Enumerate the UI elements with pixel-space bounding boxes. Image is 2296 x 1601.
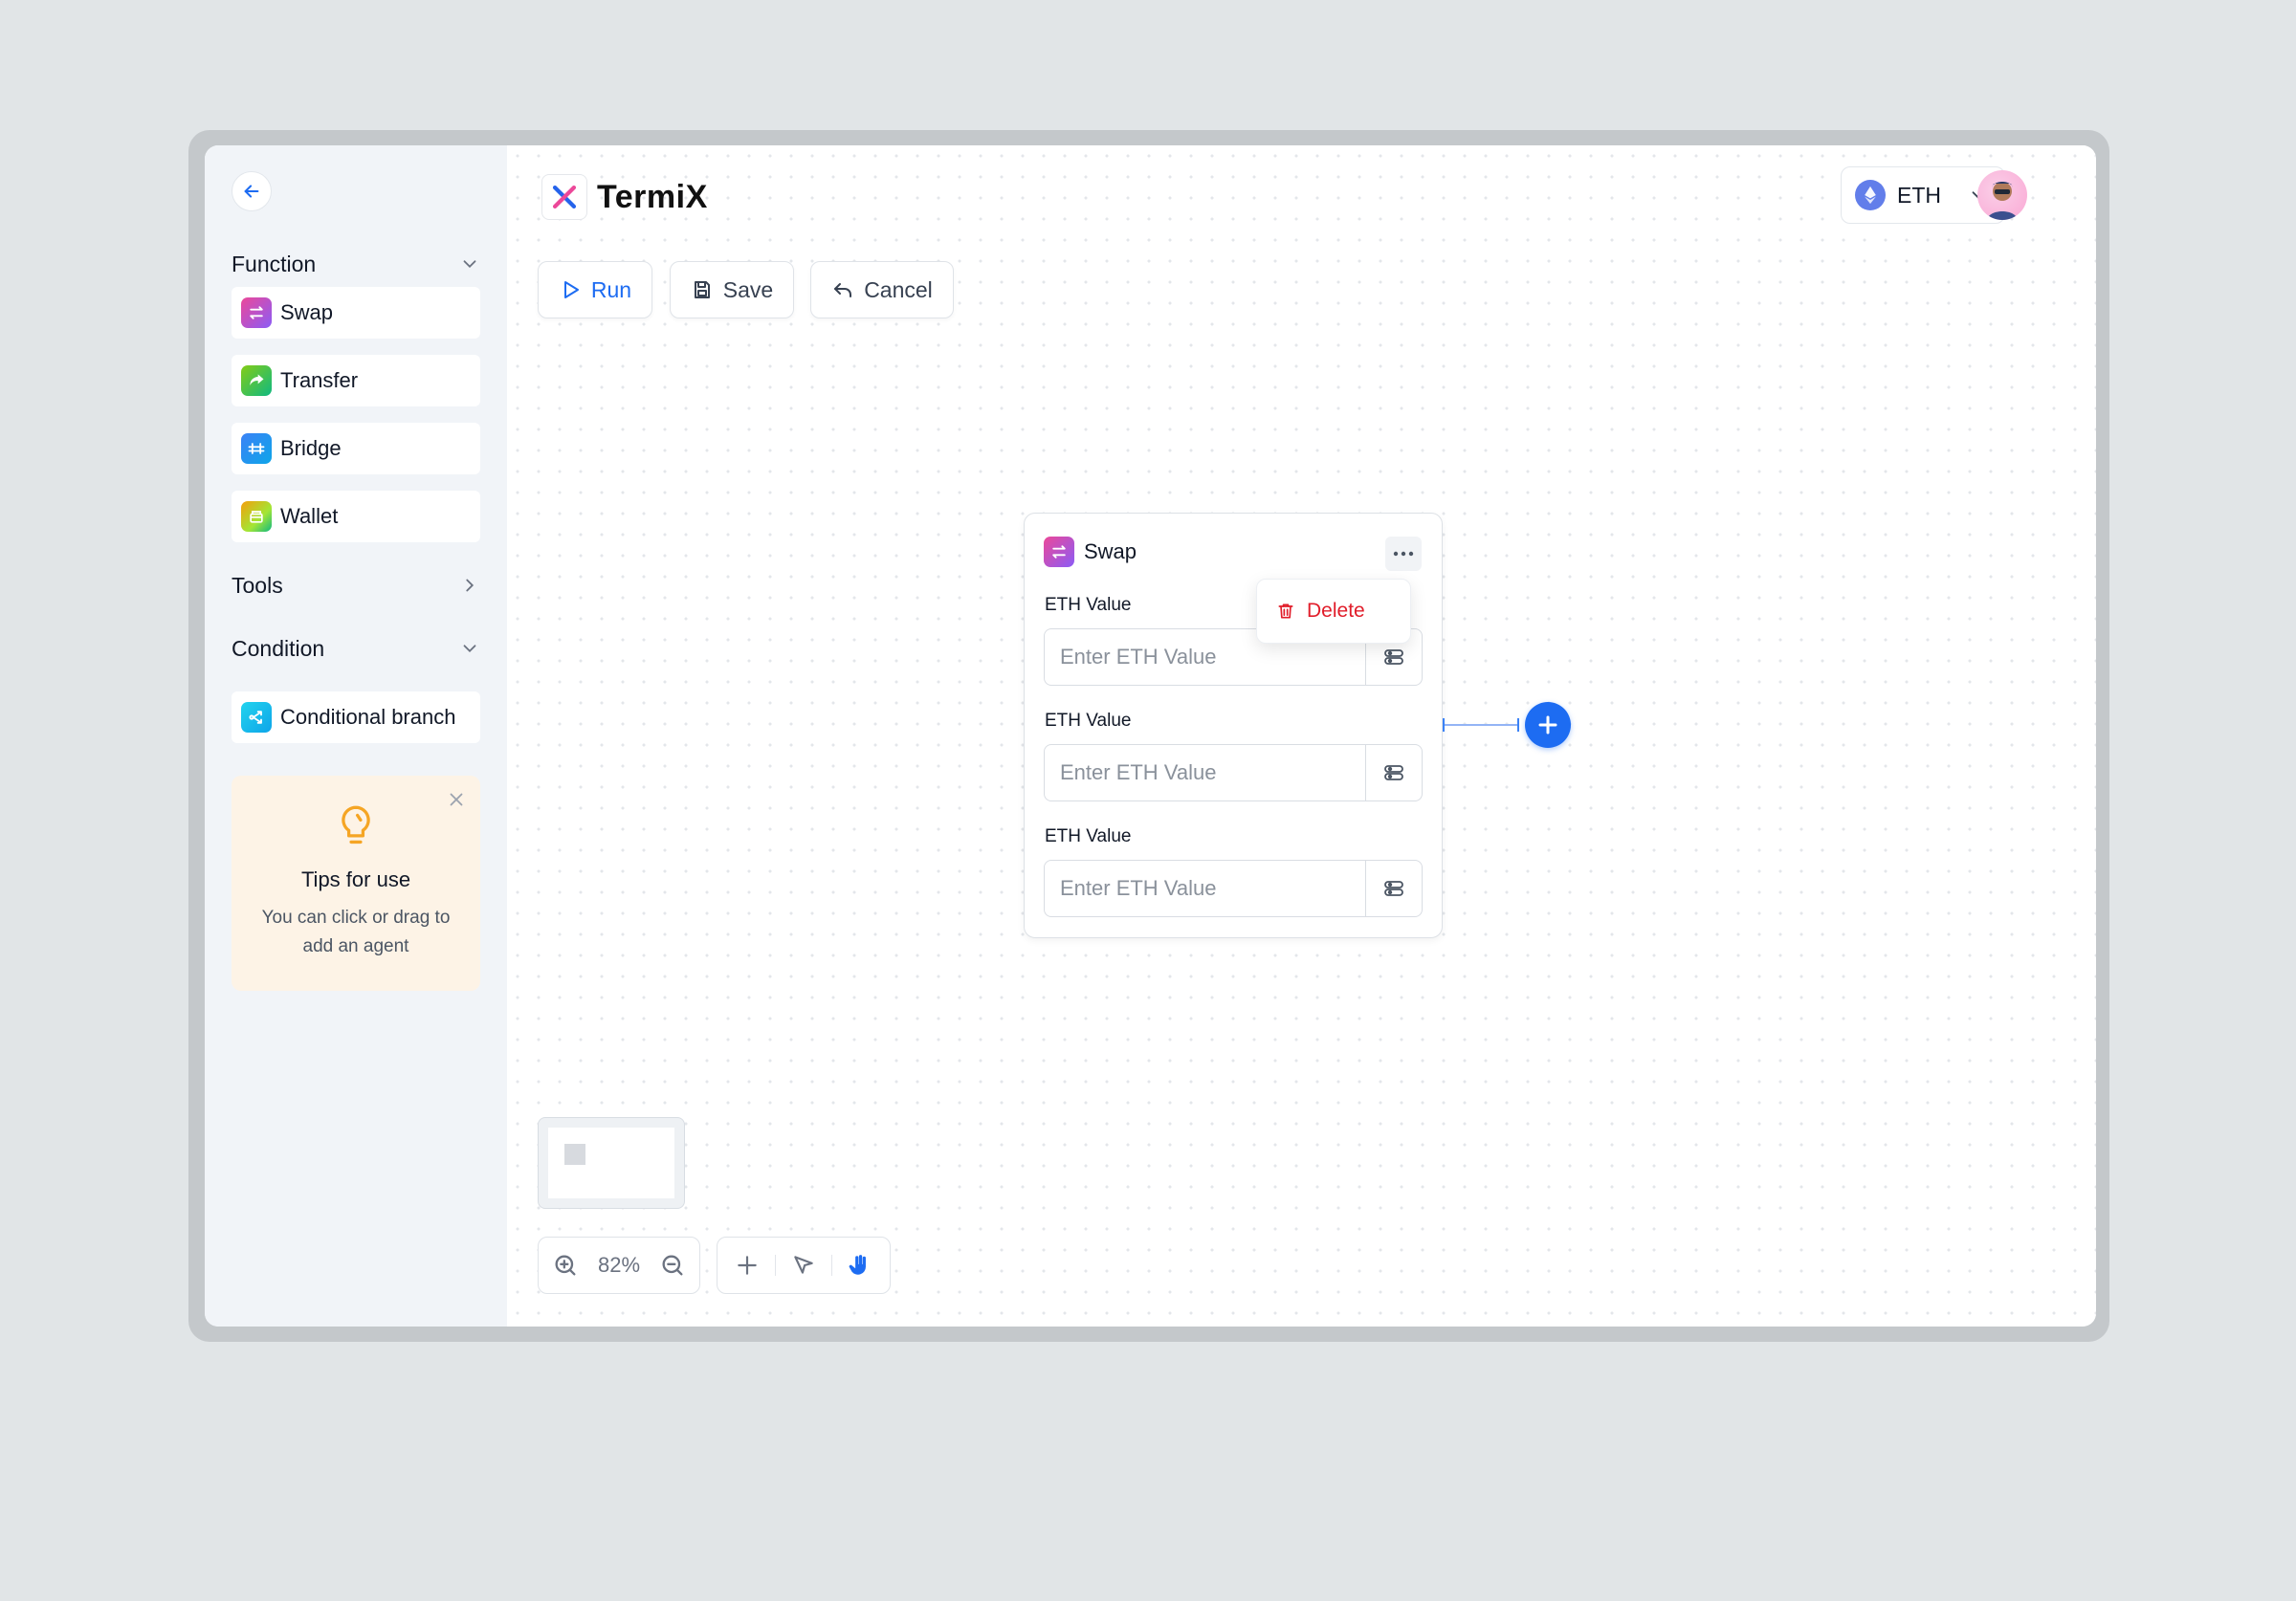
- section-title: Condition: [232, 635, 325, 661]
- section-tools[interactable]: Tools: [232, 568, 480, 603]
- network-label: ETH: [1897, 182, 1941, 208]
- zoom-out-icon[interactable]: [659, 1252, 686, 1279]
- plus-icon: [1538, 715, 1557, 735]
- delete-menu-item[interactable]: Delete: [1256, 579, 1411, 644]
- chevron-down-icon: [463, 260, 476, 269]
- swap-icon: [1044, 537, 1074, 567]
- bridge-icon: [241, 433, 272, 464]
- connector-port[interactable]: [1517, 718, 1519, 732]
- branch-icon: [241, 702, 272, 733]
- add-icon[interactable]: [735, 1253, 760, 1278]
- more-horizontal-icon: [1393, 551, 1414, 557]
- canvas-mode-controls: [717, 1237, 891, 1294]
- save-icon: [694, 281, 710, 298]
- add-node-button[interactable]: [1525, 702, 1571, 748]
- tips-title: Tips for use: [300, 867, 411, 891]
- app-name: TermiX: [597, 178, 708, 215]
- connector-port[interactable]: [1443, 718, 1445, 732]
- field-placeholder: Enter ETH Value: [1060, 876, 1217, 900]
- transfer-icon: [241, 365, 272, 396]
- arrow-left-icon: [244, 185, 259, 198]
- sidebar-item-conditional-branch[interactable]: Conditional branch: [232, 691, 480, 743]
- trash-icon: [1278, 603, 1293, 619]
- app-window: Function Swap Transfer Bridge Wallet Too…: [205, 145, 2096, 1327]
- node-connector: [1443, 724, 1519, 726]
- hand-icon[interactable]: [848, 1253, 872, 1278]
- variable-icon: [1384, 765, 1403, 780]
- save-label: Save: [722, 276, 774, 302]
- section-title: Function: [232, 251, 317, 276]
- run-button[interactable]: Run: [538, 261, 652, 318]
- minimap-node: [564, 1144, 585, 1165]
- more-options-button[interactable]: [1385, 537, 1422, 571]
- play-icon: [563, 281, 579, 298]
- field-label: ETH Value: [1045, 595, 1132, 615]
- sidebar-item-bridge[interactable]: Bridge: [232, 423, 480, 474]
- workflow-canvas[interactable]: TermiX ETH Run Save Cancel Swap ETH Valu…: [507, 145, 2096, 1327]
- field-label: ETH Value: [1045, 826, 1132, 846]
- divider: [831, 1255, 832, 1276]
- close-icon[interactable]: [446, 789, 467, 810]
- field-placeholder: Enter ETH Value: [1060, 760, 1217, 784]
- cancel-label: Cancel: [864, 276, 933, 302]
- variable-icon: [1384, 881, 1403, 896]
- variable-icon: [1384, 649, 1403, 665]
- section-condition[interactable]: Condition: [232, 631, 480, 666]
- zoom-level: 82%: [597, 1253, 641, 1277]
- section-function[interactable]: Function: [232, 247, 480, 281]
- minimap-viewport: [548, 1128, 674, 1198]
- sidebar-item-label: Wallet: [280, 504, 339, 528]
- tips-text: You can click or drag to add an agent: [261, 908, 451, 956]
- wallet-icon: [241, 501, 272, 532]
- app-logo: TermiX: [541, 174, 708, 220]
- swap-node[interactable]: Swap ETH Value Enter ETH Value ETH Value…: [1024, 513, 1443, 938]
- variable-picker-button[interactable]: [1365, 861, 1422, 916]
- termix-logo-icon: [541, 174, 587, 220]
- variable-picker-button[interactable]: [1365, 745, 1422, 800]
- eth-value-input[interactable]: Enter ETH Value: [1044, 860, 1423, 917]
- tips-card: Tips for use You can click or drag to ad…: [232, 776, 480, 991]
- sidebar-item-wallet[interactable]: Wallet: [232, 491, 480, 542]
- zoom-controls: 82%: [538, 1237, 700, 1294]
- sidebar-item-transfer[interactable]: Transfer: [232, 355, 480, 406]
- save-button[interactable]: Save: [670, 261, 794, 318]
- run-label: Run: [590, 276, 632, 302]
- eth-value-input[interactable]: Enter ETH Value: [1044, 744, 1423, 801]
- node-title: Swap: [1084, 539, 1137, 563]
- sidebar-item-label: Transfer: [280, 368, 359, 392]
- back-button[interactable]: [232, 171, 272, 211]
- cancel-button[interactable]: Cancel: [810, 261, 954, 318]
- sidebar-item-label: Bridge: [280, 436, 342, 460]
- undo-icon: [834, 283, 852, 297]
- field-placeholder: Enter ETH Value: [1060, 645, 1217, 669]
- sidebar-item-label: Conditional branch: [280, 705, 456, 729]
- section-title: Tools: [232, 572, 283, 598]
- zoom-in-icon[interactable]: [552, 1252, 579, 1279]
- field-label: ETH Value: [1045, 711, 1132, 731]
- avatar[interactable]: [1977, 170, 2027, 220]
- divider: [775, 1255, 776, 1276]
- chevron-down-icon: [463, 645, 476, 653]
- sidebar-item-swap[interactable]: Swap: [232, 287, 480, 339]
- lightbulb-icon: [342, 805, 370, 844]
- sidebar: Function Swap Transfer Bridge Wallet Too…: [205, 145, 507, 1327]
- swap-icon: [241, 297, 272, 328]
- pointer-icon[interactable]: [791, 1253, 816, 1278]
- node-header: Swap: [1044, 537, 1137, 567]
- ethereum-icon: [1855, 180, 1886, 210]
- sidebar-item-label: Swap: [280, 300, 334, 324]
- minimap[interactable]: [538, 1117, 685, 1209]
- delete-label: Delete: [1307, 600, 1365, 622]
- chevron-right-icon: [466, 579, 475, 592]
